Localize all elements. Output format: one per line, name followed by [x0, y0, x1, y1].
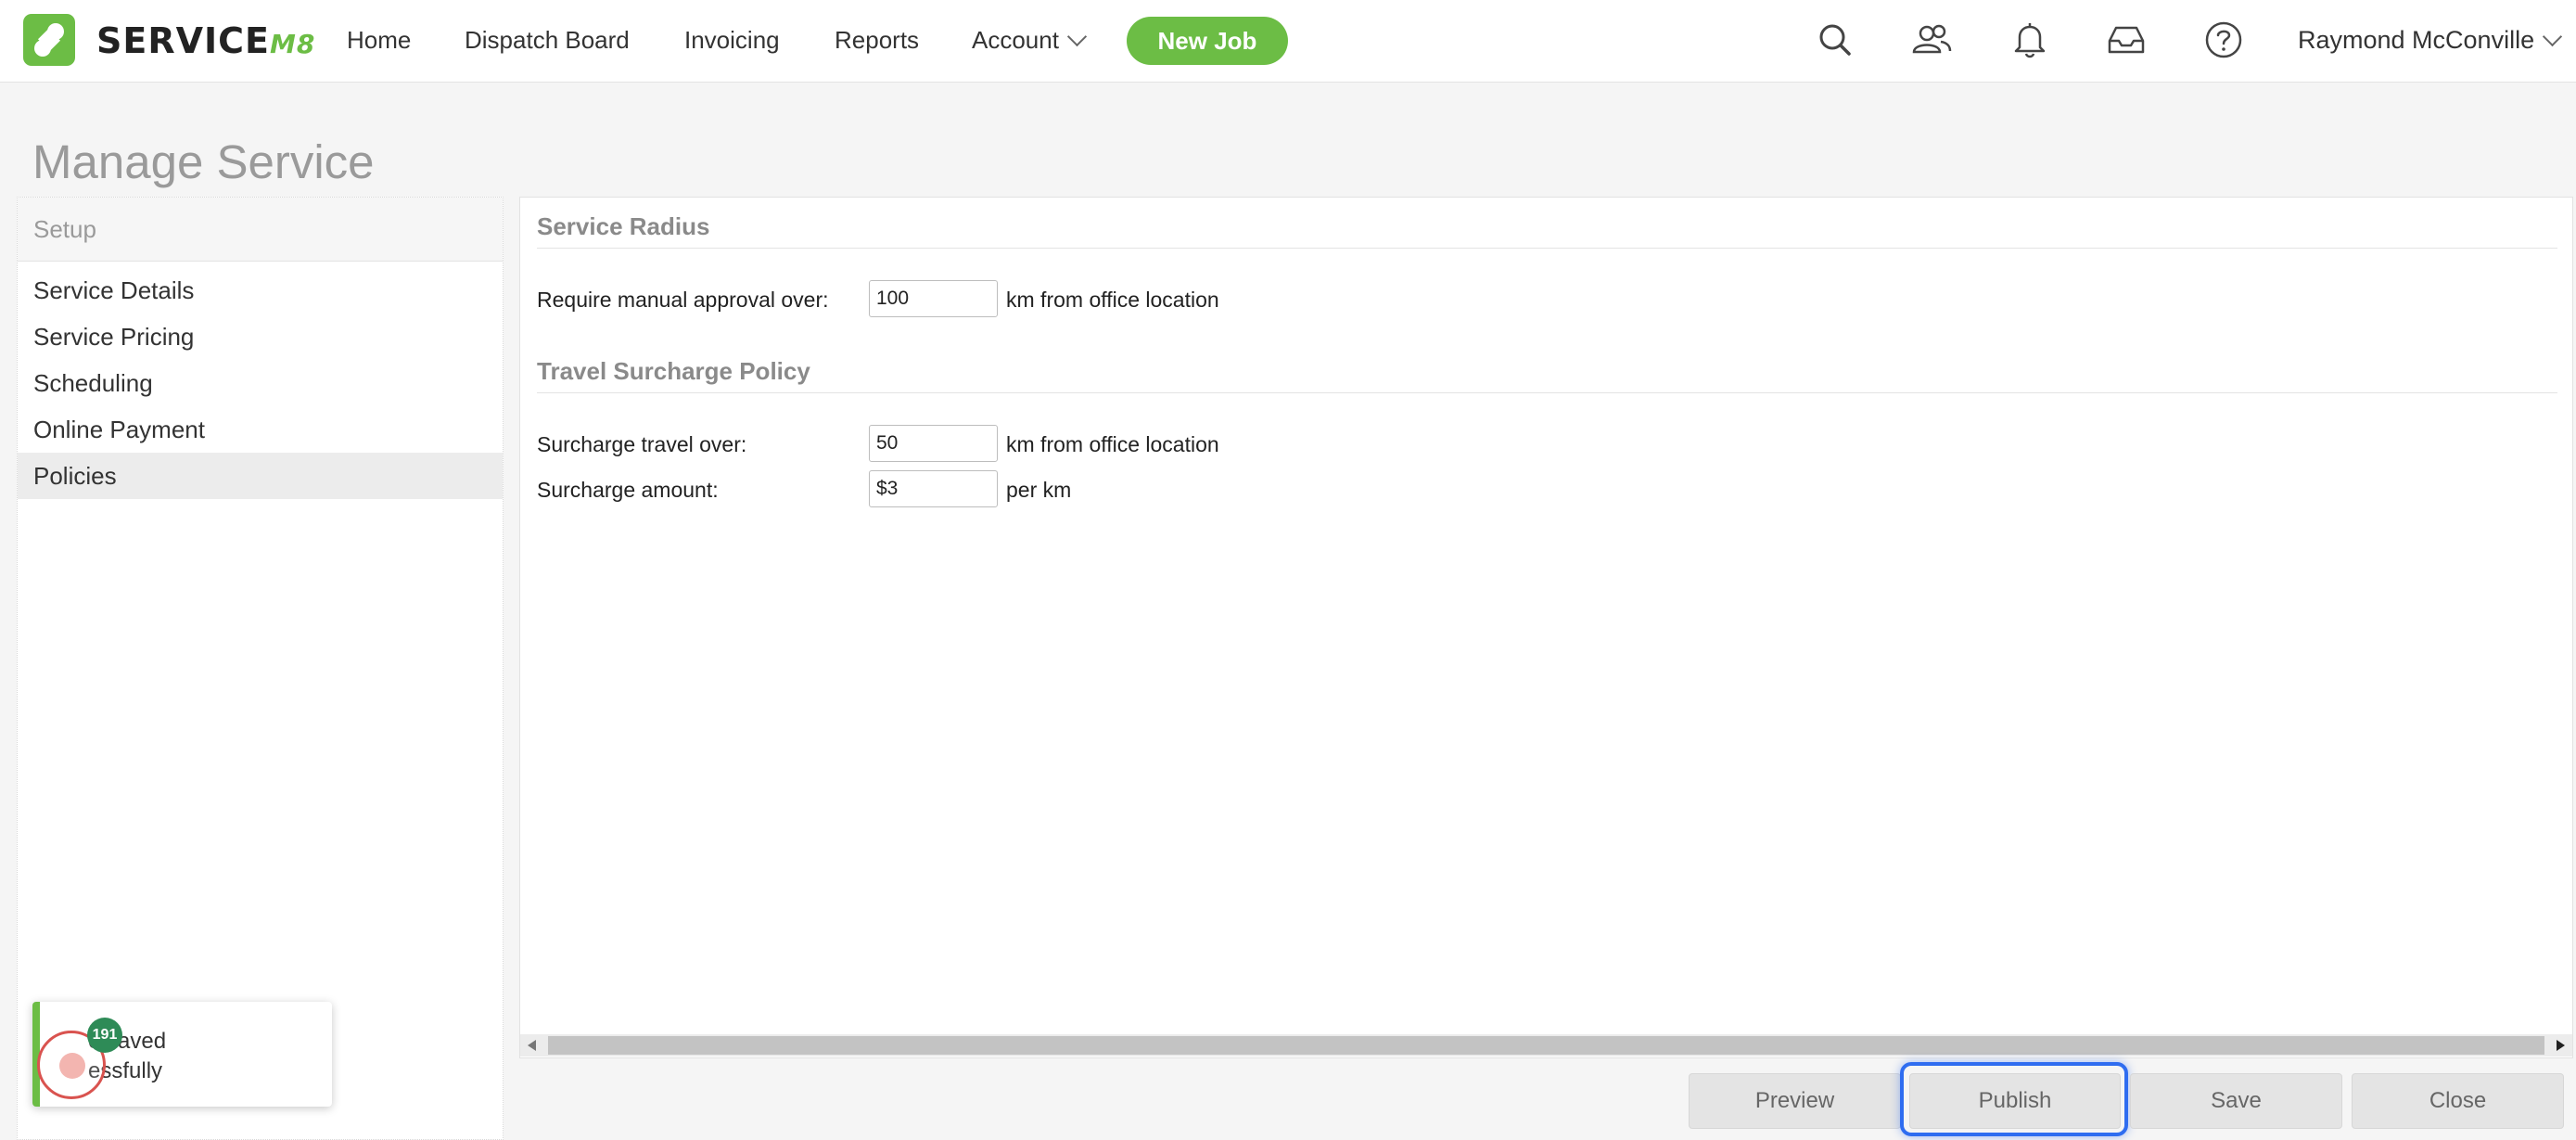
horizontal-scrollbar[interactable] — [520, 1034, 2572, 1057]
sidebar-item-scheduling[interactable]: Scheduling — [18, 360, 503, 406]
inbox-icon[interactable] — [2105, 19, 2148, 61]
sidebar-item-service-pricing[interactable]: Service Pricing — [18, 314, 503, 360]
surcharge-amount-label: Surcharge amount: — [537, 478, 719, 502]
scroll-right-arrow-icon[interactable] — [2557, 1040, 2565, 1051]
page-title: Manage Service — [32, 135, 375, 188]
help-icon[interactable] — [2202, 19, 2245, 61]
policies-panel: Service Radius Require manual approval o… — [519, 197, 2573, 1058]
travel-surcharge-heading: Travel Surcharge Policy — [537, 357, 810, 385]
nav-account-label: Account — [972, 26, 1059, 54]
nav-account[interactable]: Account — [972, 26, 1088, 55]
manual-approval-unit: km from office location — [1006, 288, 1219, 312]
section-divider — [537, 392, 2557, 393]
service-radius-heading: Service Radius — [537, 212, 710, 240]
section-divider — [537, 248, 2557, 249]
surcharge-amount-input[interactable] — [869, 470, 998, 507]
servicem8-wordmark[interactable]: SERVICEM8 — [96, 20, 315, 61]
surcharge-distance-unit: km from office location — [1006, 432, 1219, 456]
nav-reports[interactable]: Reports — [835, 26, 919, 55]
publish-button[interactable]: Publish — [1909, 1073, 2121, 1129]
nav-invoicing[interactable]: Invoicing — [684, 26, 780, 55]
sidebar-item-policies[interactable]: Policies — [18, 453, 503, 499]
bell-icon[interactable] — [2009, 19, 2051, 61]
cursor-dot-indicator — [59, 1053, 85, 1079]
save-button[interactable]: Save — [2130, 1073, 2342, 1129]
preview-button[interactable]: Preview — [1689, 1073, 1901, 1129]
sidebar-header: Setup — [18, 198, 503, 262]
chevron-down-icon — [2542, 26, 2563, 47]
nav-home[interactable]: Home — [347, 26, 411, 55]
surcharge-amount-unit: per km — [1006, 478, 1072, 502]
logo-suffix: M8 — [269, 29, 316, 59]
user-name-label: Raymond McConville — [2298, 26, 2535, 54]
close-button[interactable]: Close — [2352, 1073, 2564, 1129]
user-menu[interactable]: Raymond McConville — [2298, 26, 2563, 55]
sidebar-item-service-details[interactable]: Service Details — [18, 267, 503, 314]
chevron-down-icon — [1066, 26, 1088, 47]
sidebar-item-online-payment[interactable]: Online Payment — [18, 406, 503, 453]
scroll-left-arrow-icon[interactable] — [528, 1040, 536, 1051]
surcharge-distance-input[interactable] — [869, 425, 998, 462]
setup-sidebar: Setup Service Details Service Pricing Sc… — [17, 197, 504, 1140]
surcharge-travel-over-label: Surcharge travel over: — [537, 432, 747, 456]
nav-dispatch-board[interactable]: Dispatch Board — [465, 26, 630, 55]
new-job-button[interactable]: New Job — [1127, 17, 1288, 65]
scrollbar-thumb[interactable] — [548, 1036, 2544, 1055]
top-navigation-bar: SERVICEM8 Home Dispatch Board Invoicing … — [0, 0, 2576, 83]
people-icon[interactable] — [1910, 19, 1953, 61]
servicem8-logo-icon[interactable] — [23, 14, 75, 66]
manual-approval-label: Require manual approval over: — [537, 288, 829, 312]
manual-approval-distance-input[interactable] — [869, 280, 998, 317]
logo-text: SERVICE — [96, 20, 270, 61]
search-icon[interactable] — [1814, 19, 1856, 61]
cursor-step-badge: 191 — [87, 1018, 122, 1053]
